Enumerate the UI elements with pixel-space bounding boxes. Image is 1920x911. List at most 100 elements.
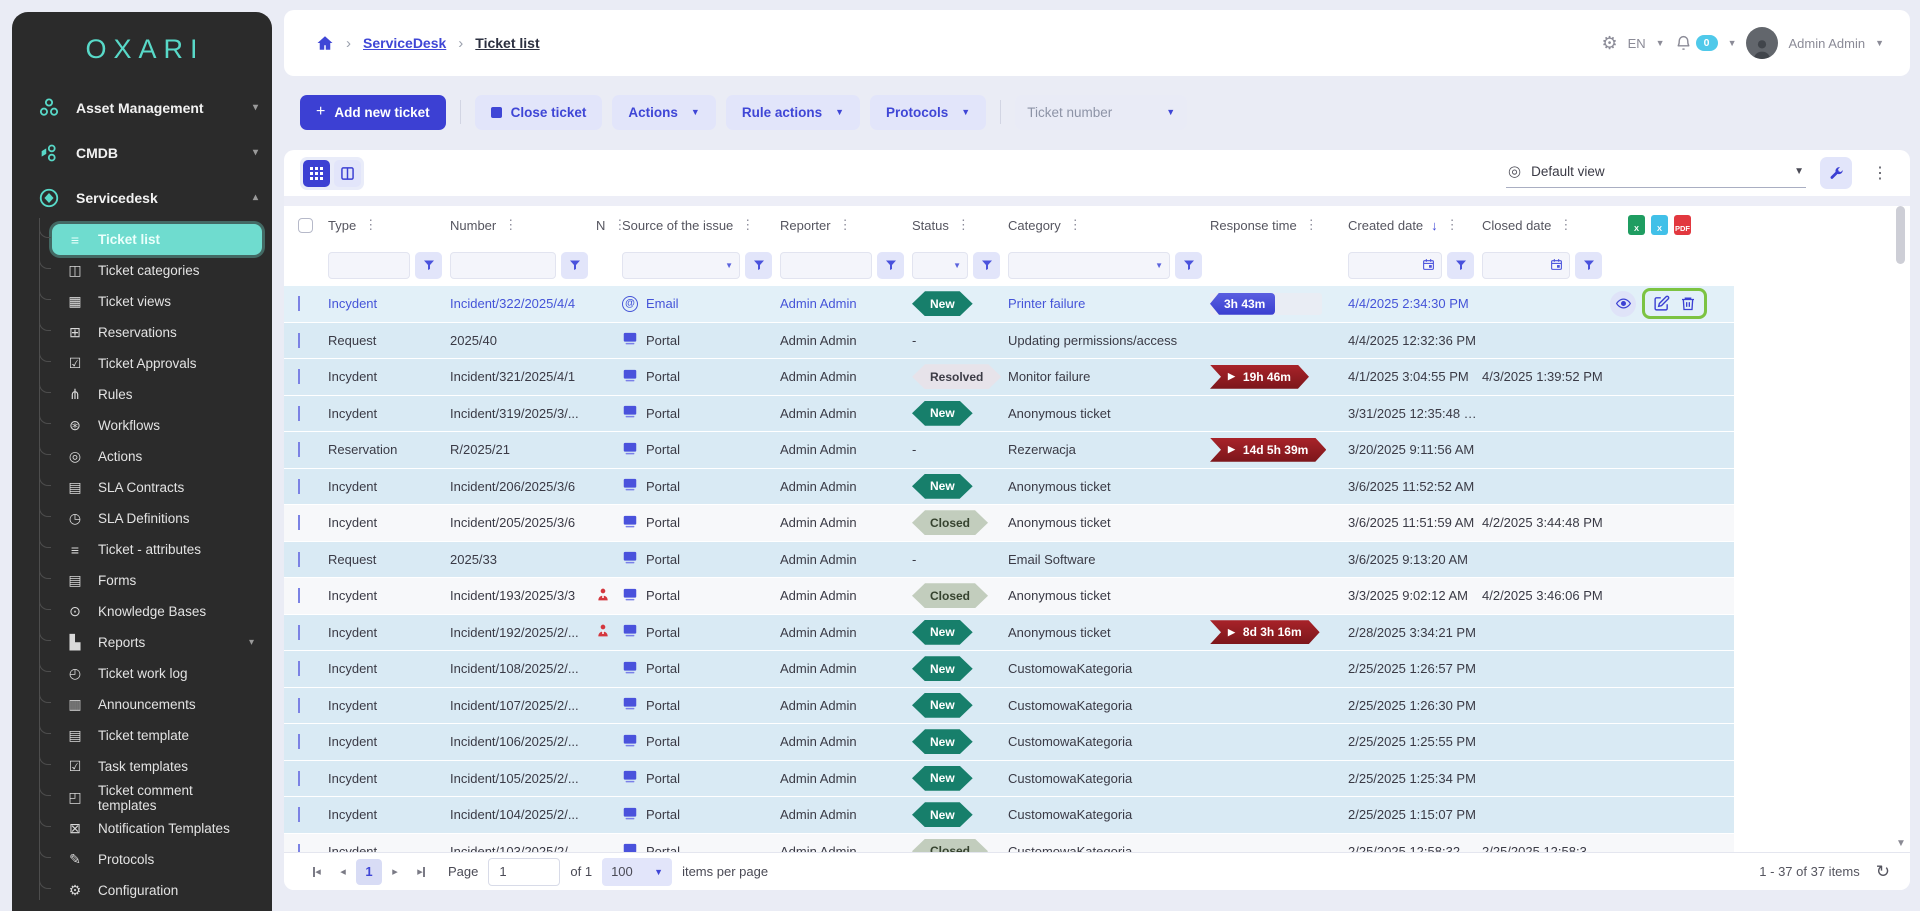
row-checkbox[interactable] — [298, 588, 300, 603]
row-checkbox[interactable] — [298, 734, 300, 749]
user-name[interactable]: Admin Admin — [1788, 36, 1865, 51]
ticket-row[interactable]: Request2025/33PortalAdmin Admin-Email So… — [284, 542, 1734, 579]
scrollbar-thumb[interactable] — [1896, 206, 1905, 264]
settings-gear-icon[interactable]: ⚙ — [1601, 33, 1617, 54]
sidebar-item-servicedesk[interactable]: Servicedesk▴ — [12, 175, 272, 220]
filter-closed-input[interactable] — [1482, 252, 1570, 279]
filter-category-input[interactable]: ▼ — [1008, 252, 1170, 279]
ticket-row[interactable]: IncydentIncident/103/2025/2/...PortalAdm… — [284, 834, 1734, 854]
column-menu-kebab[interactable]: ⋮ — [504, 217, 517, 233]
ticket-row[interactable]: IncydentIncident/105/2025/2/...PortalAdm… — [284, 761, 1734, 798]
filter-status-funnel-button[interactable] — [973, 252, 1000, 279]
first-page-button[interactable]: ◂ — [304, 859, 330, 885]
ticket-row[interactable]: IncydentIncident/321/2025/4/1PortalAdmin… — [284, 359, 1734, 396]
grid-view-toggle[interactable] — [303, 160, 330, 187]
row-checkbox[interactable] — [298, 442, 300, 457]
filter-created-input[interactable] — [1348, 252, 1442, 279]
edit-ticket-button[interactable] — [1653, 295, 1670, 312]
more-options-kebab[interactable]: ⋮ — [1866, 163, 1894, 183]
row-checkbox[interactable] — [298, 333, 300, 348]
sidebar-item-ticket-approvals[interactable]: ☑Ticket Approvals — [52, 348, 262, 379]
column-menu-kebab[interactable]: ⋮ — [1069, 217, 1082, 233]
row-checkbox[interactable] — [298, 552, 300, 567]
sidebar-item-configuration[interactable]: ⚙Configuration — [52, 875, 262, 906]
row-checkbox[interactable] — [298, 661, 300, 676]
row-checkbox[interactable] — [298, 698, 300, 713]
ticket-number-select[interactable]: Ticket number▼ — [1015, 95, 1187, 130]
chevron-down-icon[interactable]: ▼ — [1875, 38, 1884, 48]
breadcrumb-servicedesk-link[interactable]: ServiceDesk — [363, 35, 446, 51]
sidebar-item-protocols[interactable]: ✎Protocols — [52, 844, 262, 875]
filter-source-funnel-button[interactable] — [745, 252, 772, 279]
breadcrumb-ticket-list[interactable]: Ticket list — [475, 35, 539, 51]
sidebar-item-sla-definitions[interactable]: ◷SLA Definitions — [52, 503, 262, 534]
column-menu-kebab[interactable]: ⋮ — [1446, 217, 1459, 233]
ticket-row[interactable]: IncydentIncident/104/2025/2/...PortalAdm… — [284, 797, 1734, 834]
user-avatar[interactable] — [1746, 27, 1778, 59]
view-ticket-button[interactable] — [1610, 291, 1636, 317]
last-page-button[interactable]: ▸ — [408, 859, 434, 885]
ticket-row[interactable]: IncydentIncident/205/2025/3/6PortalAdmin… — [284, 505, 1734, 542]
ticket-row[interactable]: Request2025/40PortalAdmin Admin-Updating… — [284, 323, 1734, 360]
home-icon[interactable] — [316, 34, 334, 52]
sidebar-item-workflows[interactable]: ⊛Workflows — [52, 410, 262, 441]
row-checkbox[interactable] — [298, 479, 300, 494]
row-checkbox[interactable] — [298, 771, 300, 786]
view-settings-wrench-button[interactable] — [1820, 157, 1852, 189]
sidebar-item-ticket-work-log[interactable]: ◴Ticket work log — [52, 658, 262, 689]
sidebar-item-sla-contracts[interactable]: ▤SLA Contracts — [52, 472, 262, 503]
ticket-row[interactable]: IncydentIncident/107/2025/2/...PortalAdm… — [284, 688, 1734, 725]
row-checkbox[interactable] — [298, 515, 300, 530]
export-pdf-button[interactable]: PDF — [1674, 215, 1691, 235]
sidebar-item-forms[interactable]: ▤Forms — [52, 565, 262, 596]
row-checkbox[interactable] — [298, 625, 300, 640]
row-checkbox[interactable] — [298, 369, 300, 384]
actions-dropdown-button[interactable]: Actions▼ — [612, 95, 715, 130]
column-menu-kebab[interactable]: ⋮ — [957, 217, 970, 233]
filter-type-input[interactable] — [328, 252, 410, 279]
sidebar-item-actions[interactable]: ◎Actions — [52, 441, 262, 472]
row-checkbox[interactable] — [298, 296, 300, 311]
sidebar-item-knowledge-bases[interactable]: ⊙Knowledge Bases — [52, 596, 262, 627]
sidebar-item-ticket-categories[interactable]: ◫Ticket categories — [52, 255, 262, 286]
ticket-row[interactable]: IncydentIncident/192/2025/2/...PortalAdm… — [284, 615, 1734, 652]
sidebar-item-rules[interactable]: ⋔Rules — [52, 379, 262, 410]
sidebar-item-asset-management[interactable]: Asset Management▾ — [12, 85, 272, 130]
sidebar-item-announcements[interactable]: ▥Announcements — [52, 689, 262, 720]
sidebar-item-reservations[interactable]: ⊞Reservations — [52, 317, 262, 348]
sidebar-item-cmdb[interactable]: CMDB▾ — [12, 130, 272, 175]
close-ticket-button[interactable]: Close ticket — [475, 95, 603, 130]
add-new-ticket-button[interactable]: + Add new ticket — [300, 95, 446, 130]
delete-ticket-button[interactable] — [1680, 295, 1696, 312]
prev-page-button[interactable]: ◂ — [330, 859, 356, 885]
column-menu-kebab[interactable]: ⋮ — [1305, 217, 1318, 233]
ticket-row[interactable]: IncydentIncident/206/2025/3/6PortalAdmin… — [284, 469, 1734, 506]
sidebar-item-notification-templates[interactable]: ⊠Notification Templates — [52, 813, 262, 844]
view-selector[interactable]: ◎ Default view ▼ — [1506, 158, 1806, 188]
select-all-checkbox[interactable] — [298, 218, 313, 233]
ticket-row[interactable]: IncydentIncident/106/2025/2/...PortalAdm… — [284, 724, 1734, 761]
filter-reporter-input[interactable] — [780, 252, 872, 279]
page-1-button[interactable]: 1 — [356, 859, 382, 885]
row-checkbox[interactable] — [298, 807, 300, 822]
column-menu-kebab[interactable]: ⋮ — [839, 217, 852, 233]
ticket-row[interactable]: IncydentIncident/322/2025/4/4@EmailAdmin… — [284, 286, 1734, 323]
filter-category-funnel-button[interactable] — [1175, 252, 1202, 279]
column-menu-kebab[interactable]: ⋮ — [364, 217, 377, 233]
ticket-row[interactable]: IncydentIncident/193/2025/3/3PortalAdmin… — [284, 578, 1734, 615]
vertical-scrollbar[interactable]: ▼ — [1896, 206, 1906, 851]
export-xls-button[interactable]: X — [1628, 215, 1645, 235]
items-per-page-select[interactable]: 100▼ — [602, 858, 672, 886]
filter-type-funnel-button[interactable] — [415, 252, 442, 279]
rule-actions-dropdown-button[interactable]: Rule actions▼ — [726, 95, 860, 130]
sidebar-item-ticket-comment-templates[interactable]: ◰Ticket comment templates — [52, 782, 262, 813]
language-selector[interactable]: EN — [1628, 36, 1646, 51]
filter-reporter-funnel-button[interactable] — [877, 252, 904, 279]
sidebar-item-ticket-list[interactable]: ≡Ticket list — [52, 224, 262, 255]
page-number-input[interactable]: 1 — [488, 858, 560, 886]
export-csv-button[interactable]: X — [1651, 215, 1668, 235]
ticket-row[interactable]: IncydentIncident/319/2025/3/...PortalAdm… — [284, 396, 1734, 433]
filter-status-input[interactable]: ▼ — [912, 252, 968, 279]
ticket-row[interactable]: IncydentIncident/108/2025/2/...PortalAdm… — [284, 651, 1734, 688]
column-menu-kebab[interactable]: ⋮ — [741, 217, 754, 233]
